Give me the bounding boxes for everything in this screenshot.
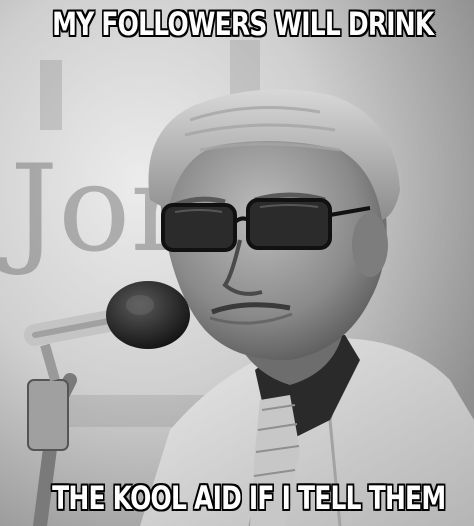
top-caption: MY FOLLOWERS WILL DRINK bbox=[52, 5, 434, 43]
meme-image: Jon MY FOLLOWERS WILL DRINK THE KOOL AID… bbox=[0, 0, 474, 526]
microphone-head bbox=[106, 281, 190, 349]
bottom-caption: THE KOOL AID IF I TELL THEM bbox=[52, 479, 446, 517]
man-at-microphone-photo: Jon bbox=[0, 0, 474, 526]
ear bbox=[352, 213, 388, 277]
